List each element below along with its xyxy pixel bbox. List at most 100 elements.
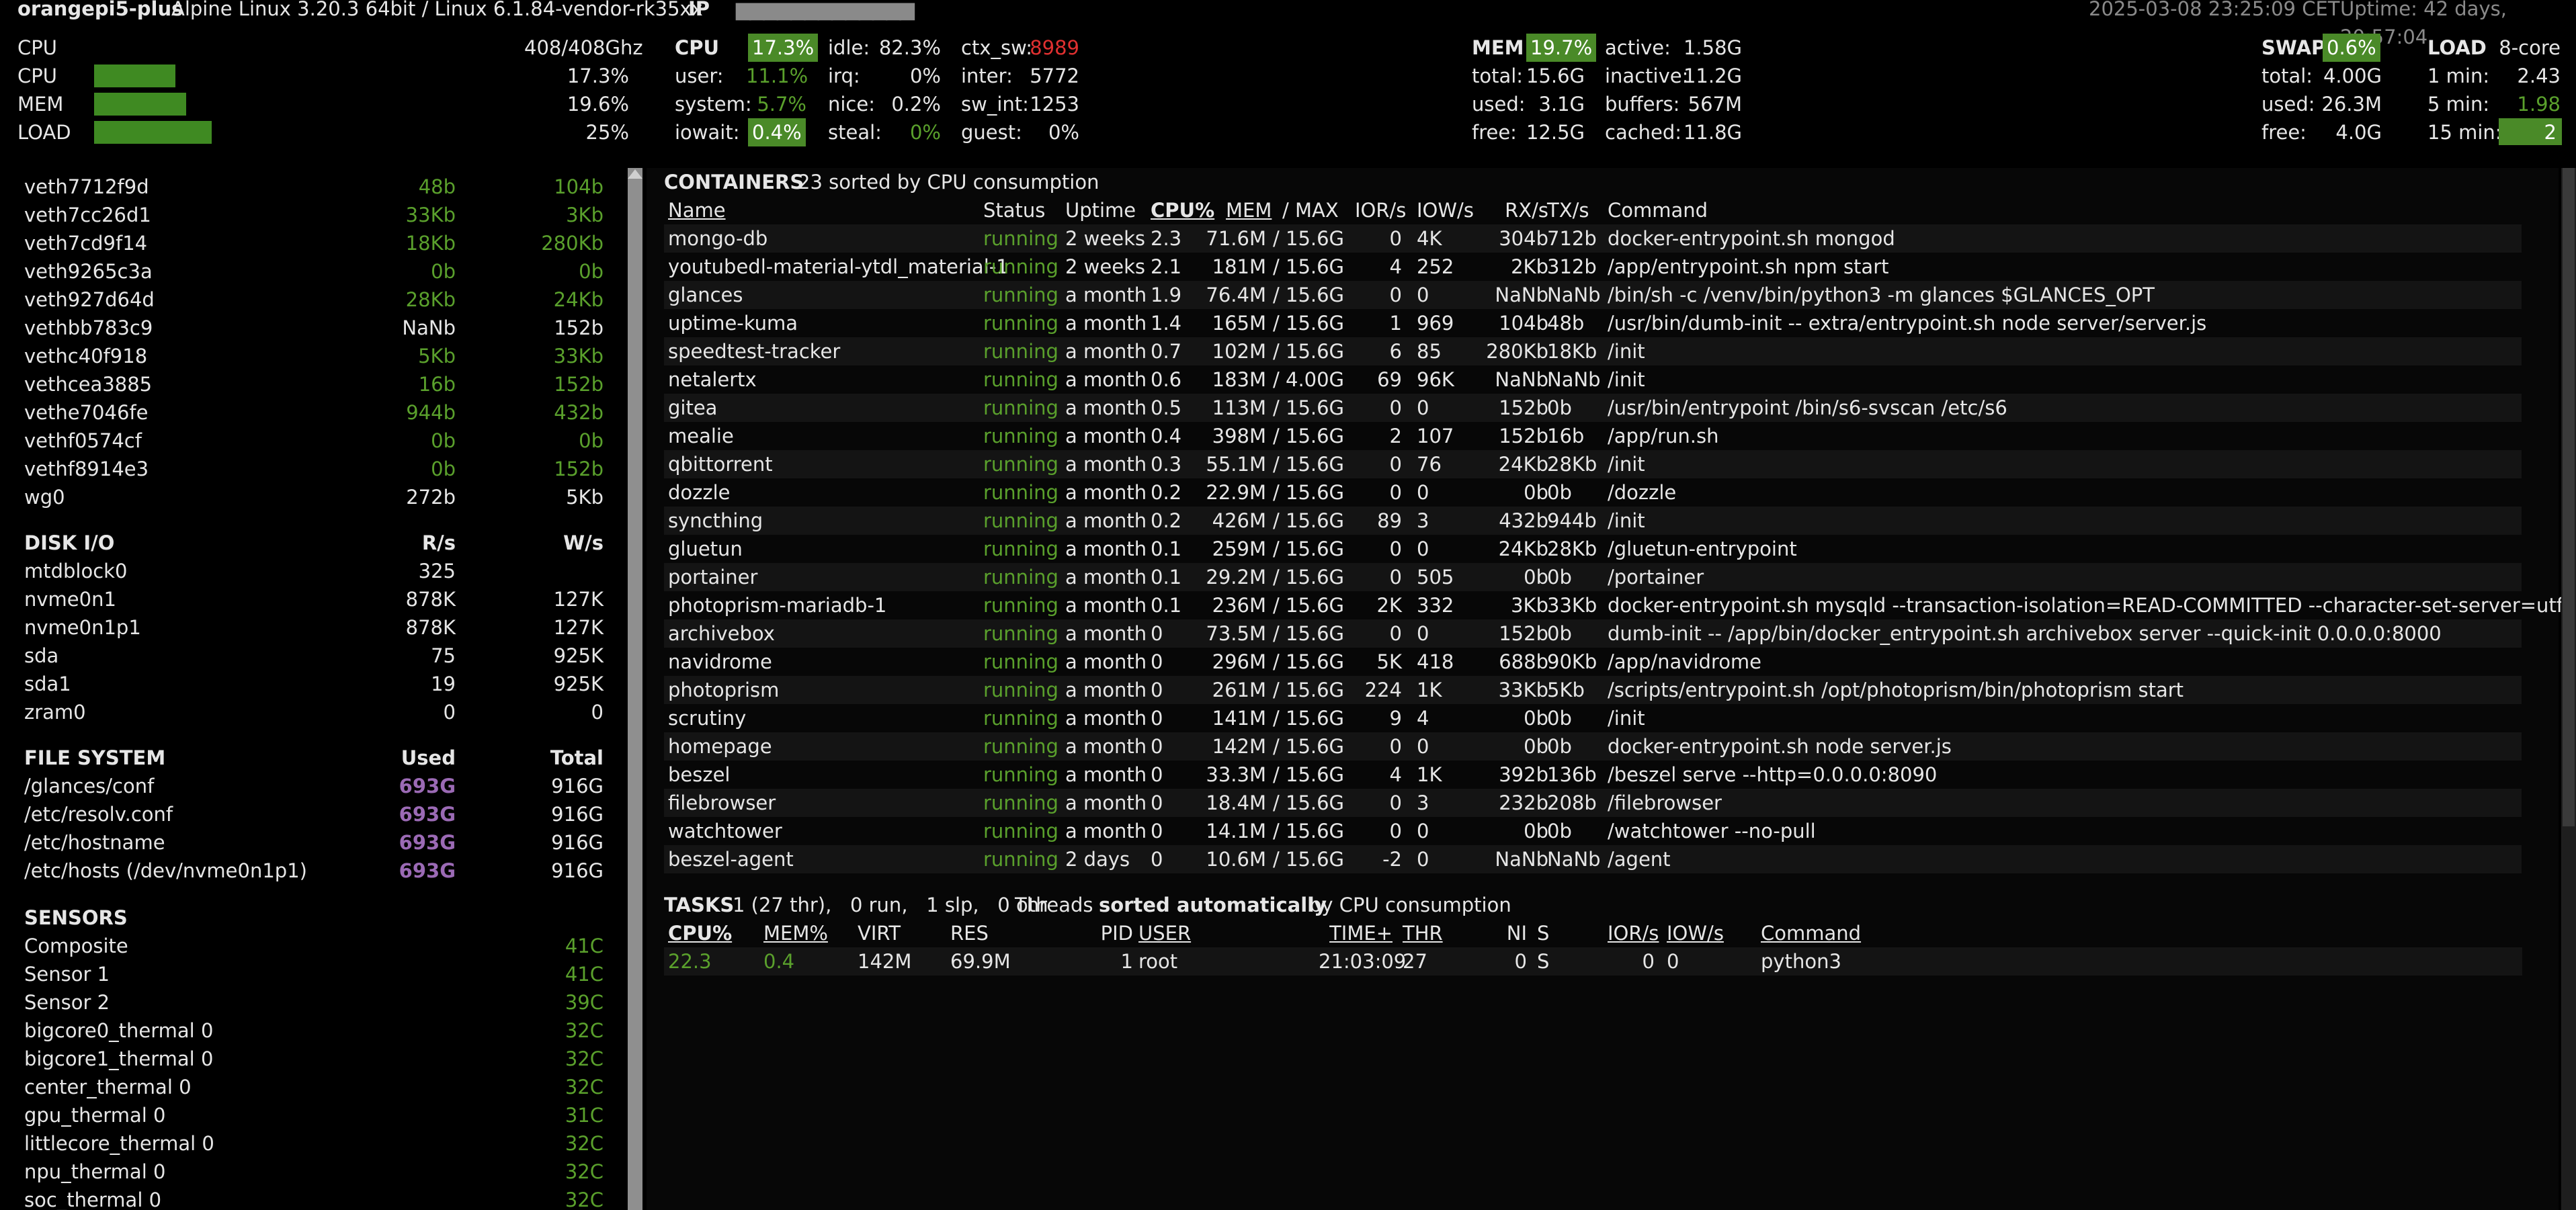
network-row[interactable]: vethcea3885 16b 152b — [0, 370, 618, 398]
container-row[interactable]: navidrome running a month 0 296M / 15.6G 5K 418… — [664, 648, 2522, 676]
container-status: running — [983, 509, 1058, 532]
container-row[interactable]: scrutiny running a month 0 141M / 15.6G 9 4 0b 0b… — [664, 704, 2522, 732]
network-interface-name: veth9265c3a — [24, 260, 153, 283]
cpu-irq-label: irq: — [828, 64, 860, 87]
container-row[interactable]: uptime-kuma running a month 1.4 165M / 15.6G 1… — [664, 309, 2522, 337]
container-row[interactable]: speedtest-tracker running a month 0.7 102M / … — [664, 337, 2522, 365]
network-row[interactable]: veth7712f9d 48b 104b — [0, 173, 618, 201]
network-row[interactable]: vethf0574cf 0b 0b — [0, 427, 618, 455]
fs-total: 916G — [551, 775, 604, 797]
container-uptime: a month — [1065, 820, 1147, 842]
col-ior[interactable]: IOR/s — [1355, 196, 1406, 224]
task-col-virt[interactable]: VIRT — [858, 919, 901, 947]
mem-active-value: 1.58G — [1683, 36, 1742, 59]
cpu-swint-value: 1253 — [1030, 93, 1079, 116]
task-col-s[interactable]: S — [1537, 919, 1549, 947]
disk-read: 878K — [405, 588, 456, 611]
col-rx[interactable]: RX/s — [1480, 196, 1548, 224]
container-row[interactable]: archivebox running a month 0 73.5M/ 15.6G 0 0 1… — [664, 619, 2522, 648]
col-cpu[interactable]: CPU% — [1151, 196, 1214, 224]
sidebar-scroll-up-icon[interactable] — [628, 169, 642, 179]
network-row[interactable]: veth927d64d 28Kb 24Kb — [0, 286, 618, 314]
fs-used: 693G — [399, 831, 456, 854]
container-cpu: 2.3 — [1151, 227, 1182, 250]
container-row[interactable]: syncthing running a month 0.2 426M / 15.6G 89 3… — [664, 507, 2522, 535]
network-row[interactable]: veth7cd9f14 18Kb 280Kb — [0, 229, 618, 257]
col-max[interactable]: / MAX — [1282, 196, 1339, 224]
network-row[interactable]: wg0 272b 5Kb — [0, 483, 618, 511]
task-col-ni[interactable]: NI — [1493, 919, 1527, 947]
container-cpu: 0.1 — [1151, 566, 1182, 589]
container-status: running — [983, 650, 1058, 673]
sidebar-scrollbar[interactable] — [628, 168, 642, 1210]
container-row[interactable]: photoprism running a month 0 261M / 15.6G 224 1… — [664, 676, 2522, 704]
col-uptime[interactable]: Uptime — [1065, 196, 1136, 224]
col-mem[interactable]: MEM — [1226, 196, 1272, 224]
network-rx: 944b — [406, 401, 456, 424]
container-row[interactable]: qbittorrent running a month 0.3 55.1M / 15.6G… — [664, 450, 2522, 478]
network-row[interactable]: veth7cc26d1 33Kb 3Kb — [0, 201, 618, 229]
container-uptime: a month — [1065, 791, 1147, 814]
task-col-cpu[interactable]: CPU% — [668, 919, 732, 947]
container-iow: 4K — [1417, 227, 1442, 250]
col-tx[interactable]: TX/s — [1547, 196, 1589, 224]
container-row[interactable]: youtubedl-material-ytdl_material-1 runnin… — [664, 253, 2522, 281]
col-command[interactable]: Command — [1608, 196, 1708, 224]
network-row[interactable]: vethc40f918 5Kb 33Kb — [0, 342, 618, 370]
tasks-threads: Threads — [1015, 894, 1093, 916]
container-row[interactable]: netalertx running a month 0.6 183M / 4.00G 69 9… — [664, 365, 2522, 394]
container-row[interactable]: mongo-db running 2 weeks 2.3 71.6M / 15.6G 0 4K… — [664, 224, 2522, 253]
container-row[interactable]: mealie running a month 0.4 398M / 15.6G 2 107 15… — [664, 422, 2522, 450]
container-tx: NaNb — [1547, 284, 1601, 306]
container-row[interactable]: beszel running a month 0 33.3M / 15.6G 4 1K 392b… — [664, 761, 2522, 789]
task-col-command[interactable]: Command — [1761, 919, 1861, 947]
container-row[interactable]: portainer running a month 0.1 29.2M / 15.6G 0 5… — [664, 563, 2522, 591]
container-row[interactable]: glances running a month 1.9 76.4M / 15.6G 0 0 Na… — [664, 281, 2522, 309]
container-max: / 15.6G — [1273, 622, 1345, 645]
network-row[interactable]: vethbb783c9 NaNb 152b — [0, 314, 618, 342]
container-rx: 280Kb — [1486, 340, 1548, 363]
task-col-pid[interactable]: PID — [1090, 919, 1133, 947]
container-row[interactable]: dozzle running a month 0.2 22.9M / 15.6G 0 0 0b 0… — [664, 478, 2522, 507]
container-tx: 208b — [1547, 791, 1597, 814]
network-row[interactable]: vethf8914e3 0b 152b — [0, 455, 618, 483]
main-scrollbar[interactable] — [2561, 168, 2576, 1210]
col-name[interactable]: Name — [668, 196, 726, 224]
main-scrollbar-thumb[interactable] — [2563, 168, 2575, 826]
cpu-steal-value: 0% — [909, 121, 941, 144]
cpu-title: CPU — [675, 36, 720, 59]
task-col-ior[interactable]: IOR/s — [1608, 919, 1659, 947]
sidebar-scrollbar-thumb[interactable] — [628, 168, 642, 1210]
container-ior: 224 — [1364, 679, 1402, 701]
mem-total-value: 15.6G — [1526, 64, 1585, 87]
container-row[interactable]: watchtower running a month 0 14.1M/ 15.6G 0 0 0… — [664, 817, 2522, 845]
container-uptime: a month — [1065, 425, 1147, 447]
container-row[interactable]: gitea running a month 0.5 113M / 15.6G 0 0 152b 0… — [664, 394, 2522, 422]
ip-value: ▆▆▆▆▆▆▆▆▆▆▆▆▆ — [736, 0, 915, 20]
task-row[interactable]: 22.3 0.4 142M 69.9M 1 root 21:03:09 27 0… — [664, 947, 2522, 976]
task-col-iow[interactable]: IOW/s — [1667, 919, 1724, 947]
container-row[interactable]: photoprism-mariadb-1 running a month 0.1 236… — [664, 591, 2576, 619]
network-rx: 48b — [418, 175, 456, 198]
container-row[interactable]: gluetun running a month 0.1 259M / 15.6G 0 0 24K… — [664, 535, 2522, 563]
container-row[interactable]: beszel-agent running 2 days 0 10.6M / 15.6G -2… — [664, 845, 2522, 873]
task-col-thr[interactable]: THR — [1403, 919, 1443, 947]
sensor-value: 32C — [565, 1160, 604, 1183]
container-mem: 183M — [1212, 368, 1266, 391]
container-max: / 15.6G — [1273, 763, 1345, 786]
container-rx: 3Kb — [1511, 594, 1548, 617]
container-row[interactable]: homepage running a month 0 142M/ 15.6G 0 0 0b 0b… — [664, 732, 2522, 761]
load-cores: 8-core — [2499, 36, 2561, 59]
network-row[interactable]: veth9265c3a 0b 0b — [0, 257, 618, 286]
task-col-time[interactable]: TIME+ — [1319, 919, 1393, 947]
col-iow[interactable]: IOW/s — [1417, 196, 1474, 224]
network-row[interactable]: vethe7046fe 944b 432b — [0, 398, 618, 427]
cpu-nice-value: 0.2% — [891, 93, 941, 116]
task-col-mem[interactable]: MEM% — [763, 919, 828, 947]
container-row[interactable]: filebrowser running a month 0 18.4M/ 15.6G 0 3… — [664, 789, 2522, 817]
col-status[interactable]: Status — [983, 196, 1045, 224]
container-max: / 15.6G — [1273, 312, 1345, 335]
network-tx: 152b — [554, 458, 604, 480]
task-col-res[interactable]: RES — [950, 919, 989, 947]
task-col-user[interactable]: USER — [1138, 919, 1191, 947]
